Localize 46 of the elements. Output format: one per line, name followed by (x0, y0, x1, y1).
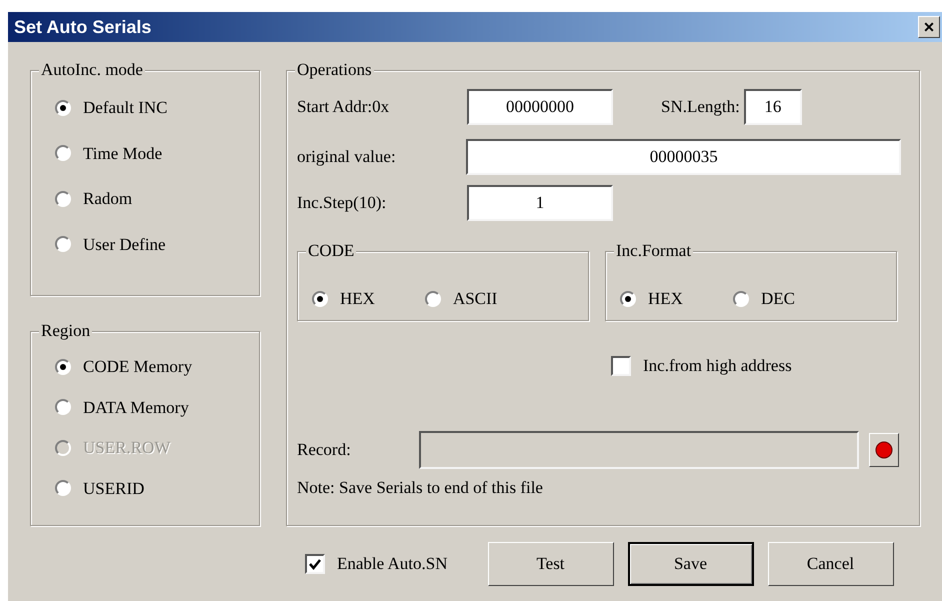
checkbox[interactable] (611, 356, 631, 376)
field-label: Start Addr:0x (297, 96, 390, 118)
field-label: SN.Length: (661, 96, 740, 118)
dialog-button[interactable]: Save (628, 542, 754, 586)
radio-label: HEX (648, 288, 683, 310)
check-icon (309, 558, 321, 570)
radio-button[interactable] (312, 291, 328, 307)
radio-button[interactable] (55, 399, 71, 416)
radio-label: HEX (340, 288, 375, 310)
radio-label: Time Mode (83, 142, 162, 164)
close-button[interactable]: × (918, 16, 940, 38)
input-field[interactable]: 00000035 (466, 139, 901, 175)
radio-button[interactable] (55, 480, 71, 496)
field-label: Inc.Step(10): (297, 192, 388, 214)
radio-label: User Define (83, 234, 166, 256)
radio-label: Radom (83, 188, 132, 210)
radio-button[interactable] (55, 190, 71, 207)
field-label: original value: (297, 146, 397, 168)
dialog-button[interactable]: Cancel (768, 542, 894, 586)
note-text: Note: Save Serials to end of this file (297, 476, 544, 498)
radio-label: USERID (83, 478, 144, 500)
input-field[interactable]: 1 (467, 185, 613, 221)
input-field[interactable]: 00000000 (467, 89, 613, 125)
radio-button[interactable] (55, 100, 71, 116)
checkbox[interactable] (305, 554, 325, 574)
radio-button[interactable] (55, 358, 71, 375)
checkbox-label: Inc.from high address (643, 355, 792, 377)
dialog-button[interactable]: Test (488, 542, 614, 586)
radio-button[interactable] (732, 291, 749, 307)
radio-label: DEC (760, 288, 795, 310)
field-label: Record: (297, 438, 352, 461)
radio-button[interactable] (55, 236, 71, 252)
radio-label: CODE Memory (83, 356, 192, 378)
radio-label: DATA Memory (83, 396, 189, 419)
radio-label: Default INC (83, 97, 168, 119)
radio-label: ASCII (452, 288, 498, 310)
record-button[interactable] (869, 432, 899, 466)
radio-button[interactable] (620, 291, 636, 307)
checkbox-label: Enable Auto.SN (337, 553, 448, 576)
radio-button[interactable] (55, 145, 71, 162)
window-title: Set Auto Serials (14, 16, 152, 38)
radio-label: USER.ROW (83, 437, 170, 459)
radio-button[interactable] (424, 291, 441, 307)
input-field[interactable]: 16 (744, 89, 802, 125)
record-field[interactable] (419, 430, 859, 468)
record-dot-icon (875, 440, 893, 458)
